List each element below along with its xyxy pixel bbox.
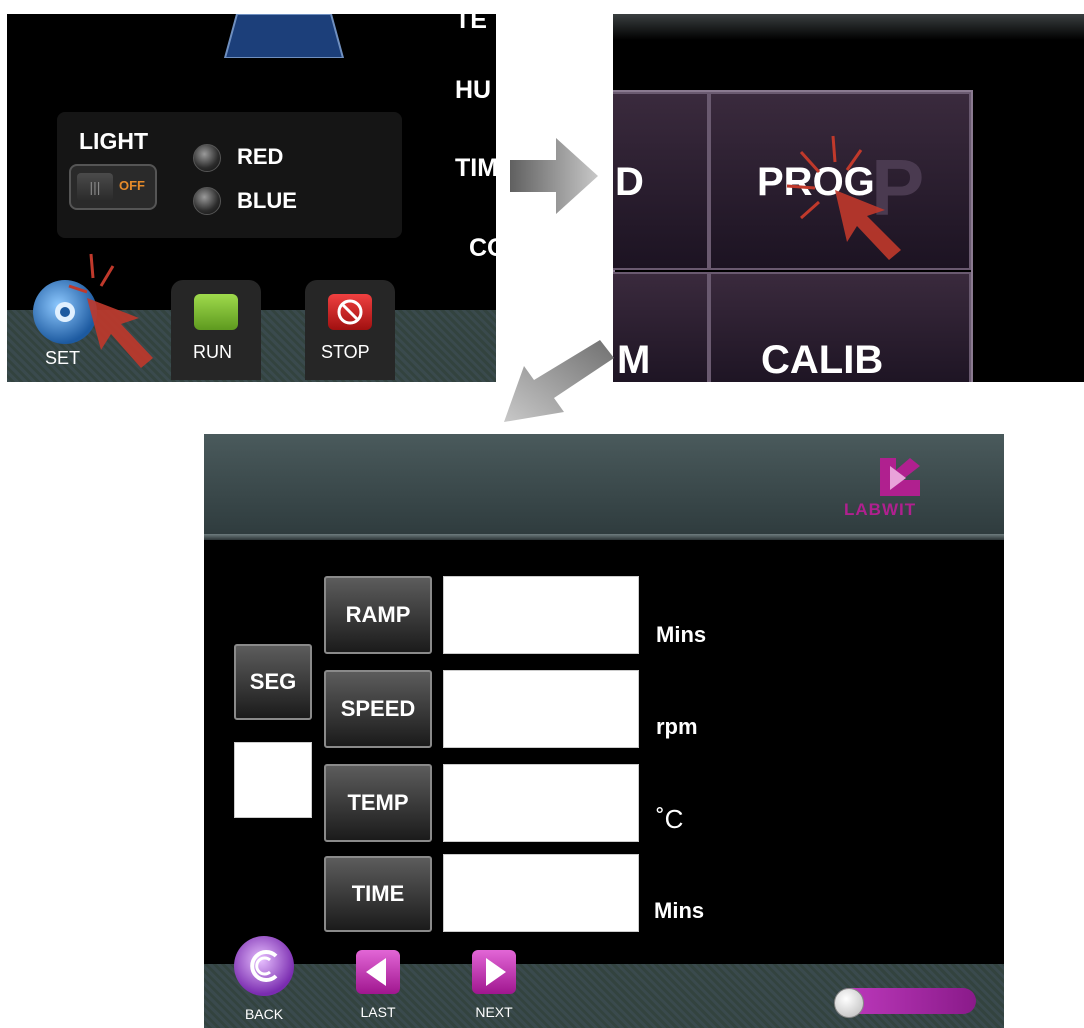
temp-value-field[interactable] [443, 764, 639, 842]
temp-label-partial: TE [455, 14, 487, 34]
stop-button[interactable]: STOP [305, 280, 395, 380]
click-cursor-icon [68, 253, 153, 368]
menu-tile-partial-left[interactable]: D [613, 92, 709, 270]
seg-button[interactable]: SEG [234, 644, 312, 720]
right-arrow-icon [486, 958, 506, 986]
red-label: RED [237, 144, 284, 169]
seg-value-field[interactable] [234, 742, 312, 818]
last-button[interactable] [356, 950, 400, 994]
speed-value-field[interactable] [443, 670, 639, 748]
run-icon [194, 294, 238, 330]
menu-screen-panel: D P PROG M CALIB [613, 14, 1084, 382]
next-button[interactable] [472, 950, 516, 994]
light-toggle-switch[interactable]: ||| OFF [69, 164, 157, 210]
humidity-label-partial: HU [455, 76, 492, 104]
blue-label: BLUE [237, 188, 297, 213]
menu-tile-partial-left-2[interactable]: M [613, 272, 709, 382]
run-button-label: RUN [193, 342, 232, 362]
switch-state-label: OFF [119, 178, 145, 193]
labwit-logo-text: LABWIT [844, 500, 917, 519]
menu-tile-partial-left-label: D [615, 160, 644, 204]
ramp-value-field[interactable] [443, 576, 639, 654]
back-label: BACK [244, 1006, 284, 1022]
program-screen-panel: LABWIT SEG RAMP Mins SPEED rpm TEMP ˚C T… [204, 434, 1004, 1028]
stop-icon [328, 294, 372, 330]
speed-unit: rpm [656, 714, 698, 739]
temp-button[interactable]: TEMP [324, 764, 432, 842]
back-button[interactable] [234, 936, 294, 996]
switch-knob-icon: ||| [77, 173, 113, 201]
temp-unit: ˚C [656, 804, 684, 834]
light-control-box: LIGHT ||| OFF RED BLUE [57, 112, 402, 238]
menu-tile-partial-left-2-label: M [617, 338, 651, 382]
header-divider [204, 534, 1004, 540]
clock-icon [834, 988, 864, 1018]
red-indicator-icon[interactable] [193, 144, 221, 172]
ramp-unit: Mins [656, 622, 707, 647]
menu-tile-calib-label: CALIB [761, 338, 884, 382]
tap-cursor-icon [786, 135, 901, 260]
co2-label-partial: CO [469, 234, 496, 262]
time-value-field[interactable] [443, 854, 639, 932]
labwit-logo-icon [880, 458, 920, 496]
speed-button[interactable]: SPEED [324, 670, 432, 748]
menu-tile-calib[interactable]: CALIB [709, 272, 971, 382]
chamber-graphic [223, 14, 345, 58]
stop-button-label: STOP [321, 342, 370, 362]
time-label-partial: TIM [455, 154, 496, 182]
run-button[interactable]: RUN [171, 280, 261, 380]
arrow-down-left-icon [504, 340, 614, 422]
light-title: LIGHT [79, 128, 148, 154]
ramp-button[interactable]: RAMP [324, 576, 432, 654]
main-screen-panel: TE HU TIM CO LIGHT ||| OFF RED BLUE SET … [7, 14, 496, 382]
back-swirl-icon [250, 950, 278, 982]
left-arrow-icon [366, 958, 386, 986]
time-button[interactable]: TIME [324, 856, 432, 932]
menu-header [613, 14, 1084, 40]
time-unit: Mins [654, 898, 705, 923]
arrow-right-icon [510, 138, 598, 214]
next-label: NEXT [475, 1004, 513, 1020]
last-label: LAST [360, 1004, 396, 1020]
blue-indicator-icon[interactable] [193, 187, 221, 215]
